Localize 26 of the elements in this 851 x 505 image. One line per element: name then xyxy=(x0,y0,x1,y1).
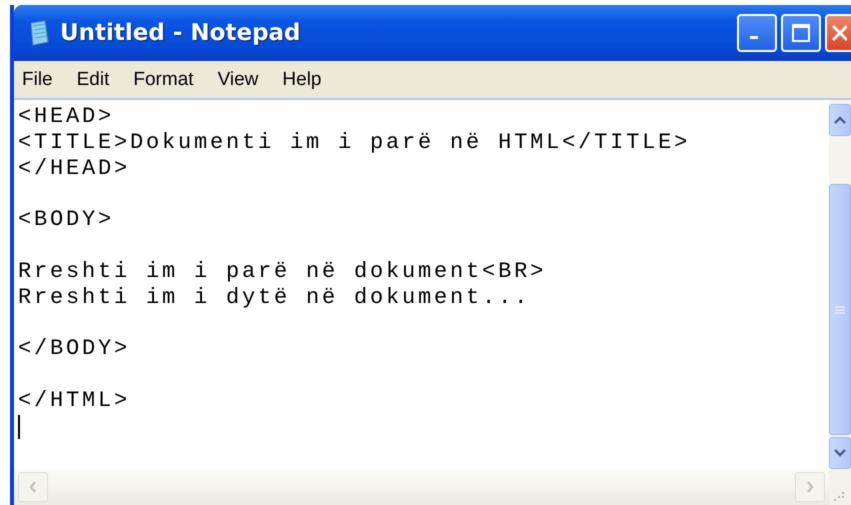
maximize-button[interactable] xyxy=(781,14,821,52)
text-caret xyxy=(18,414,20,439)
minimize-icon xyxy=(750,36,758,38)
scroll-left-button[interactable] xyxy=(18,472,48,502)
horizontal-scrollbar[interactable] xyxy=(14,469,829,505)
document-text: <HEAD> <TITLE>Dokumenti im i parë në HTML</TITLE> </HEAD> <BODY> Rreshti im i parë në dokument<BR> Rreshti im i dytë në dokument... </BODY> </HTML> xyxy=(18,104,692,414)
scroll-down-button[interactable] xyxy=(829,437,851,469)
chevron-down-icon xyxy=(833,448,847,458)
scroll-thumb[interactable] xyxy=(829,184,851,435)
grip-lines-icon xyxy=(835,304,845,314)
menu-item[interactable]: Edit xyxy=(76,68,110,90)
chevron-right-icon xyxy=(805,480,815,494)
menu-item[interactable]: File xyxy=(22,68,53,90)
close-button[interactable] xyxy=(825,14,851,52)
menu-item[interactable]: Format xyxy=(133,68,194,90)
vertical-scrollbar[interactable] xyxy=(829,100,851,469)
maximize-icon xyxy=(791,23,811,43)
notepad-icon xyxy=(28,20,50,46)
menu-item[interactable]: Help xyxy=(282,68,322,90)
window-title: Untitled - Notepad xyxy=(60,20,302,46)
scroll-up-button[interactable] xyxy=(829,104,851,136)
resize-grip-icon[interactable] xyxy=(833,491,845,501)
chevron-up-icon xyxy=(833,115,847,125)
chevron-left-icon xyxy=(28,480,38,494)
minimize-button[interactable] xyxy=(737,14,777,52)
menu-item[interactable]: View xyxy=(218,68,258,90)
